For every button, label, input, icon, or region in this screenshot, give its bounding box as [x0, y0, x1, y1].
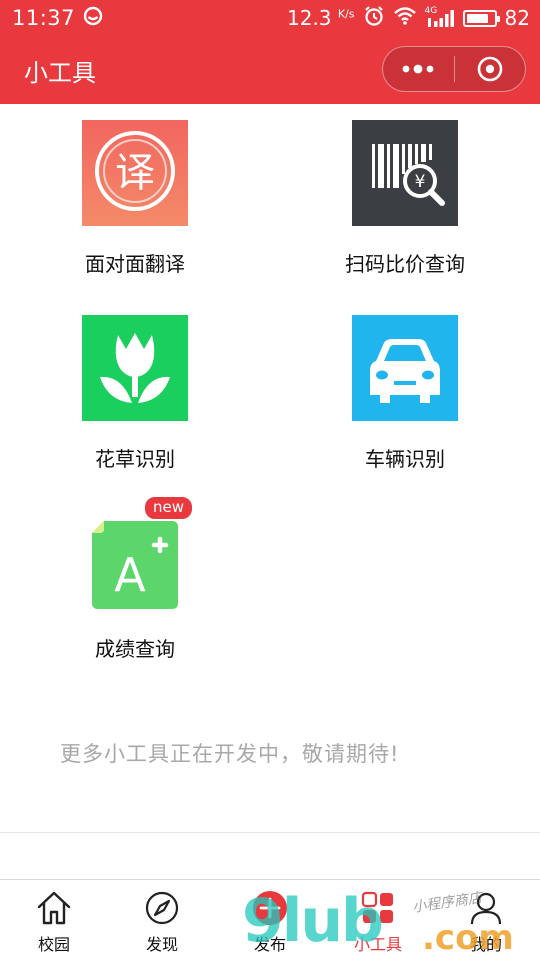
flower-icon [82, 315, 188, 421]
tool-label: 花草识别 [95, 447, 175, 471]
svg-text:译: 译 [115, 150, 155, 196]
divider [0, 832, 540, 833]
tab-campus[interactable]: 校园 [0, 880, 108, 960]
tab-label: 我的 [469, 935, 502, 954]
tab-discover[interactable]: 发现 [108, 880, 216, 960]
target-circle-icon [477, 56, 503, 82]
tool-label: 车辆识别 [365, 447, 445, 471]
tab-tools[interactable]: 小工具 [324, 880, 432, 960]
toolbox-icon [359, 889, 397, 927]
tool-car-recognition[interactable]: 车辆识别 [305, 315, 505, 472]
tool-label: 成绩查询 [95, 637, 175, 661]
page-title: 小工具 [24, 58, 96, 87]
tab-label: 小工具 [353, 935, 402, 954]
person-icon [467, 889, 505, 927]
battery-icon [462, 9, 500, 27]
new-badge: new [142, 495, 194, 521]
tool-label: 扫码比价查询 [345, 252, 465, 276]
tab-label: 发现 [145, 935, 178, 954]
nav-bar: 小工具 [0, 36, 540, 104]
tab-mine[interactable]: 我的 [432, 880, 540, 960]
status-bar: 11:37 12.3 K/s 4G 82 [0, 0, 540, 36]
tool-grade-query[interactable]: A new 成绩查询 [35, 495, 235, 662]
svg-text:A: A [114, 548, 146, 602]
grade-icon: A new [90, 495, 194, 609]
more-dots-icon [402, 64, 434, 74]
svg-text:¥: ¥ [415, 172, 426, 192]
tab-bar: 校园 发现 发布 小工具 我的 [0, 879, 540, 960]
compass-icon [143, 889, 181, 927]
tool-barcode-price-compare[interactable]: ¥ 扫码比价查询 [305, 120, 505, 277]
tool-face-to-face-translate[interactable]: 译 面对面翻译 [35, 120, 235, 277]
tool-flower-recognition[interactable]: 花草识别 [35, 315, 235, 472]
signal-icon: 4G [425, 6, 455, 28]
translate-icon: 译 [82, 120, 188, 226]
battery-level: 82 [504, 6, 530, 30]
app-notification-icon [83, 6, 103, 31]
close-miniprogram-button[interactable] [455, 46, 526, 92]
wifi-icon [393, 6, 417, 31]
miniprogram-capsule [382, 46, 526, 92]
home-icon [35, 889, 73, 927]
tool-label: 面对面翻译 [85, 252, 185, 276]
coming-soon-text: 更多小工具正在开发中，敬请期待! [60, 742, 400, 766]
tab-label: 发布 [253, 935, 286, 954]
tab-publish[interactable]: 发布 [216, 880, 324, 960]
plus-icon [251, 889, 289, 927]
alarm-icon [363, 5, 385, 32]
barcode-price-icon: ¥ [352, 120, 458, 226]
tab-label: 校园 [37, 935, 70, 954]
network-speed: 12.3 K/s [287, 6, 355, 30]
status-time: 11:37 [12, 6, 76, 30]
car-icon [352, 315, 458, 421]
more-button[interactable] [383, 46, 454, 92]
